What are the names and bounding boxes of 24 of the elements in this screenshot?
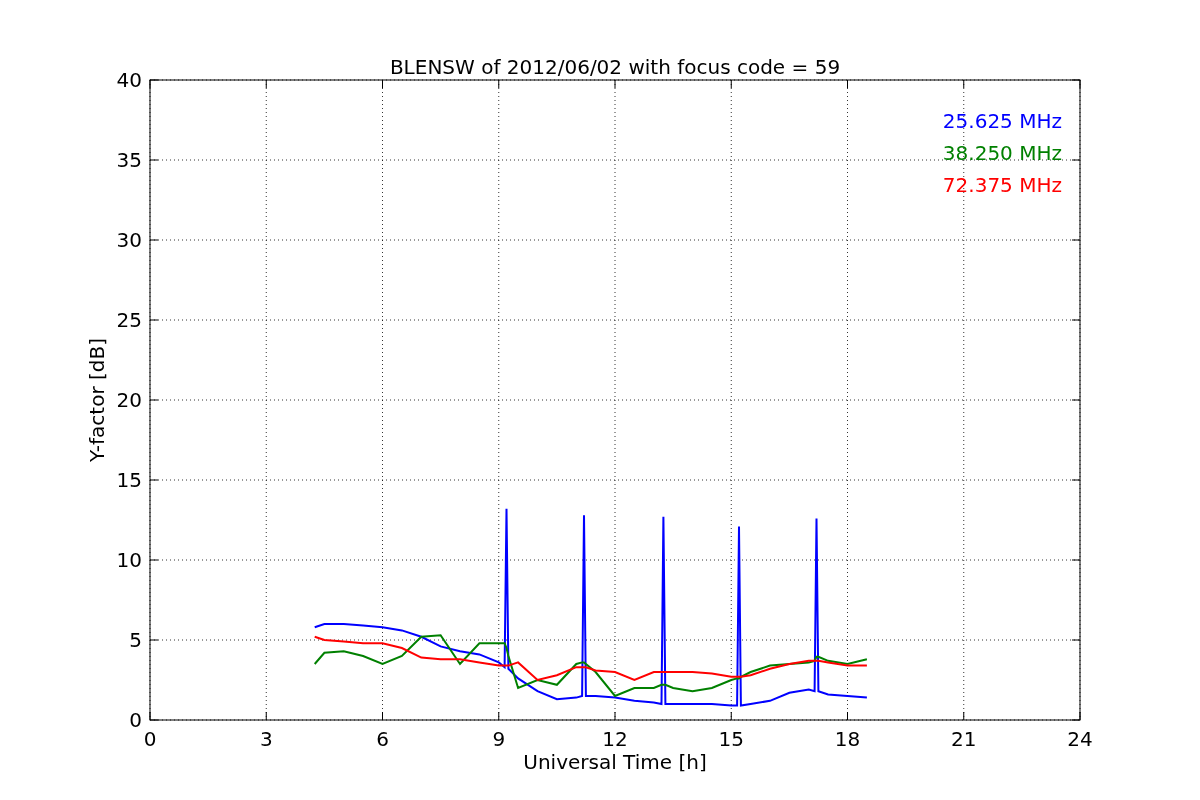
legend-label: 72.375 MHz	[942, 173, 1062, 197]
y-tick-label: 35	[116, 148, 142, 172]
y-tick-label: 20	[116, 388, 142, 412]
x-tick-label: 12	[602, 727, 628, 751]
y-axis-label: Y-factor [dB]	[85, 338, 109, 462]
x-axis-label: Universal Time [h]	[523, 750, 707, 774]
chart-title: BLENSW of 2012/06/02 with focus code = 59	[389, 55, 841, 79]
y-tick-label: 40	[116, 68, 142, 92]
y-tick-label: 5	[129, 628, 142, 652]
x-tick-label: 24	[1067, 727, 1093, 751]
x-tick-label: 9	[492, 727, 506, 751]
x-tick-label: 0	[143, 727, 157, 751]
y-tick-label: 10	[116, 548, 142, 572]
x-tick-label: 15	[718, 727, 744, 751]
y-tick-label: 15	[116, 468, 142, 492]
x-tick-label: 3	[259, 727, 273, 751]
y-tick-label: 0	[129, 708, 142, 732]
y-tick-label: 25	[116, 308, 142, 332]
x-tick-label: 18	[834, 727, 861, 751]
x-tick-label: 6	[376, 727, 389, 751]
x-tick-label: 21	[951, 727, 977, 751]
legend-label: 38.250 MHz	[942, 141, 1062, 165]
y-tick-label: 30	[116, 228, 142, 252]
legend-label: 25.625 MHz	[942, 109, 1062, 133]
